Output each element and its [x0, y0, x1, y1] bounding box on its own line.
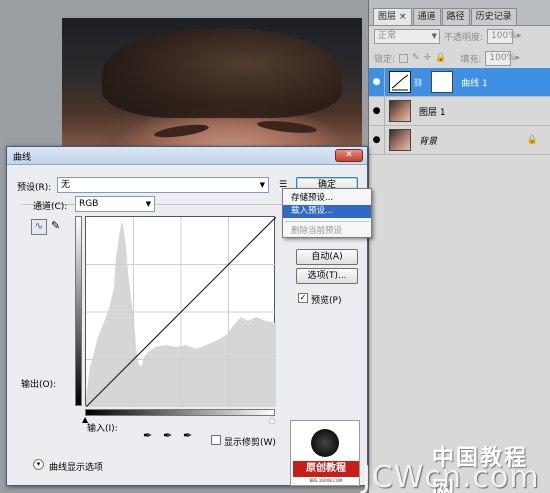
eye-icon[interactable]: ●	[369, 126, 385, 154]
layer-list: ● ⛓ 曲线 1 ● 图层 1 ● 背景 🔒	[369, 68, 550, 155]
panel-tabs: 图层 × 通道 路径 历史记录	[369, 0, 550, 26]
photo-right-eyebrow	[256, 118, 318, 136]
menu-item-delete-preset: 删除当前预设	[291, 226, 343, 236]
output-label: 输出(O):	[21, 380, 57, 390]
curve-graph[interactable]	[85, 216, 276, 407]
lock-row: 锁定: ✎ ✛ 🔒 填充: 100% ▸	[374, 50, 546, 66]
layer-row-layer1[interactable]: ● 图层 1	[369, 97, 550, 126]
layers-panel: 图层 × 通道 路径 历史记录 正常 ▼ 不透明度: 100% ▸ 锁定: ✎ ✛…	[368, 0, 550, 493]
fill-label: 填充:	[460, 54, 482, 65]
menu-separator	[285, 221, 369, 222]
badge-text: 原创教程	[293, 461, 359, 477]
menu-item-load-preset[interactable]: 载入预设...	[283, 205, 371, 218]
output-gradient	[75, 216, 82, 406]
tab-history[interactable]: 历史记录	[470, 8, 517, 25]
layer-row-curves[interactable]: ● ⛓ 曲线 1	[369, 68, 550, 97]
fill-arrow-icon[interactable]: ▸	[515, 53, 520, 63]
eye-icon[interactable]: ●	[369, 68, 385, 96]
chevron-down-icon: ▼	[145, 200, 151, 208]
fill-input[interactable]: 100%	[485, 50, 515, 66]
watermark-en: JCWcn.com	[362, 460, 540, 493]
layer-mask-thumb[interactable]	[431, 71, 454, 93]
chevron-down-icon: ▼	[259, 181, 265, 189]
close-button[interactable]: ✕	[335, 149, 363, 162]
opacity-label: 不透明度:	[444, 32, 484, 43]
dialog-titlebar[interactable]: 曲线 ✕	[7, 147, 367, 165]
layer-thumb	[389, 100, 411, 122]
link-icon: ⛓	[413, 77, 424, 87]
photo-left-eyebrow	[153, 122, 210, 140]
blend-mode-select[interactable]: 正常 ▼	[374, 28, 440, 44]
input-gradient	[85, 409, 275, 416]
show-clipping-label: 显示修剪(W)	[224, 438, 276, 448]
preset-value: 无	[61, 180, 71, 190]
gray-eyedropper-icon[interactable]: ✒	[163, 429, 172, 442]
channel-label: 通道(C):	[33, 202, 68, 212]
black-eyedropper-icon[interactable]: ✒	[143, 429, 152, 442]
layer-name[interactable]: 图层 1	[419, 105, 446, 118]
show-clipping-checkbox[interactable]	[211, 435, 221, 445]
lock-paint-icon[interactable]: ✎	[412, 53, 420, 63]
tab-layers[interactable]: 图层 ×	[373, 8, 412, 25]
white-point-slider[interactable]: ▲	[269, 415, 275, 424]
close-icon[interactable]: ×	[399, 12, 407, 22]
auto-button[interactable]: 自动(A)	[296, 249, 358, 265]
layer-thumb	[389, 129, 411, 151]
preset-options-menu: 存储预设... 载入预设... 删除当前预设	[282, 188, 372, 238]
curve-options-label[interactable]: 曲线显示选项	[49, 460, 103, 473]
lock-label: 锁定:	[374, 54, 396, 65]
layer-name[interactable]: 曲线 1	[461, 76, 488, 89]
badge-logo-icon	[311, 429, 339, 457]
lock-all-icon[interactable]: 🔒	[435, 53, 446, 63]
preview-checkbox[interactable]: ✓	[298, 293, 308, 303]
eye-icon[interactable]: ●	[369, 97, 385, 125]
tab-paths[interactable]: 路径	[441, 8, 470, 25]
tab-channels[interactable]: 通道	[412, 8, 441, 25]
badge-url: BBS.16XX8.COM	[309, 478, 343, 483]
curve-edit-icon[interactable]: ∿	[31, 219, 47, 235]
photo-image	[62, 18, 362, 153]
blend-mode-value: 正常	[378, 30, 397, 41]
options-button[interactable]: 选项(T)...	[296, 268, 358, 284]
white-eyedropper-icon[interactable]: ✒	[183, 429, 192, 442]
channel-value: RGB	[79, 199, 99, 209]
preview-label: 预览(P)	[311, 296, 342, 306]
layer-name[interactable]: 背景	[419, 134, 437, 147]
input-label: 输入(I):	[87, 424, 118, 434]
preset-label: 预设(R):	[17, 183, 52, 193]
lock-move-icon[interactable]: ✛	[424, 53, 432, 63]
opacity-input[interactable]: 100%	[487, 28, 517, 44]
watermark-badge: 原创教程 BBS.16XX8.COM	[290, 420, 360, 486]
chevron-down-icon: ▼	[431, 31, 437, 40]
lock-icon: 🔒	[526, 135, 538, 145]
preset-select[interactable]: 无 ▼	[57, 177, 269, 193]
dialog-title: 曲线	[13, 153, 32, 163]
menu-item-save-preset[interactable]: 存储预设...	[283, 192, 371, 205]
channel-select[interactable]: RGB ▼	[75, 196, 155, 212]
opacity-arrow-icon[interactable]: ▸	[517, 31, 522, 41]
lock-transparency-icon[interactable]	[399, 53, 409, 63]
blend-row: 正常 ▼ 不透明度: 100% ▸	[374, 28, 546, 44]
chevron-down-icon[interactable]: ▾	[33, 459, 44, 470]
curves-adjustment-icon	[389, 71, 411, 93]
layer-row-background[interactable]: ● 背景 🔒	[369, 126, 550, 155]
photo-hair	[102, 28, 342, 118]
pencil-icon[interactable]: ✎	[51, 219, 60, 232]
